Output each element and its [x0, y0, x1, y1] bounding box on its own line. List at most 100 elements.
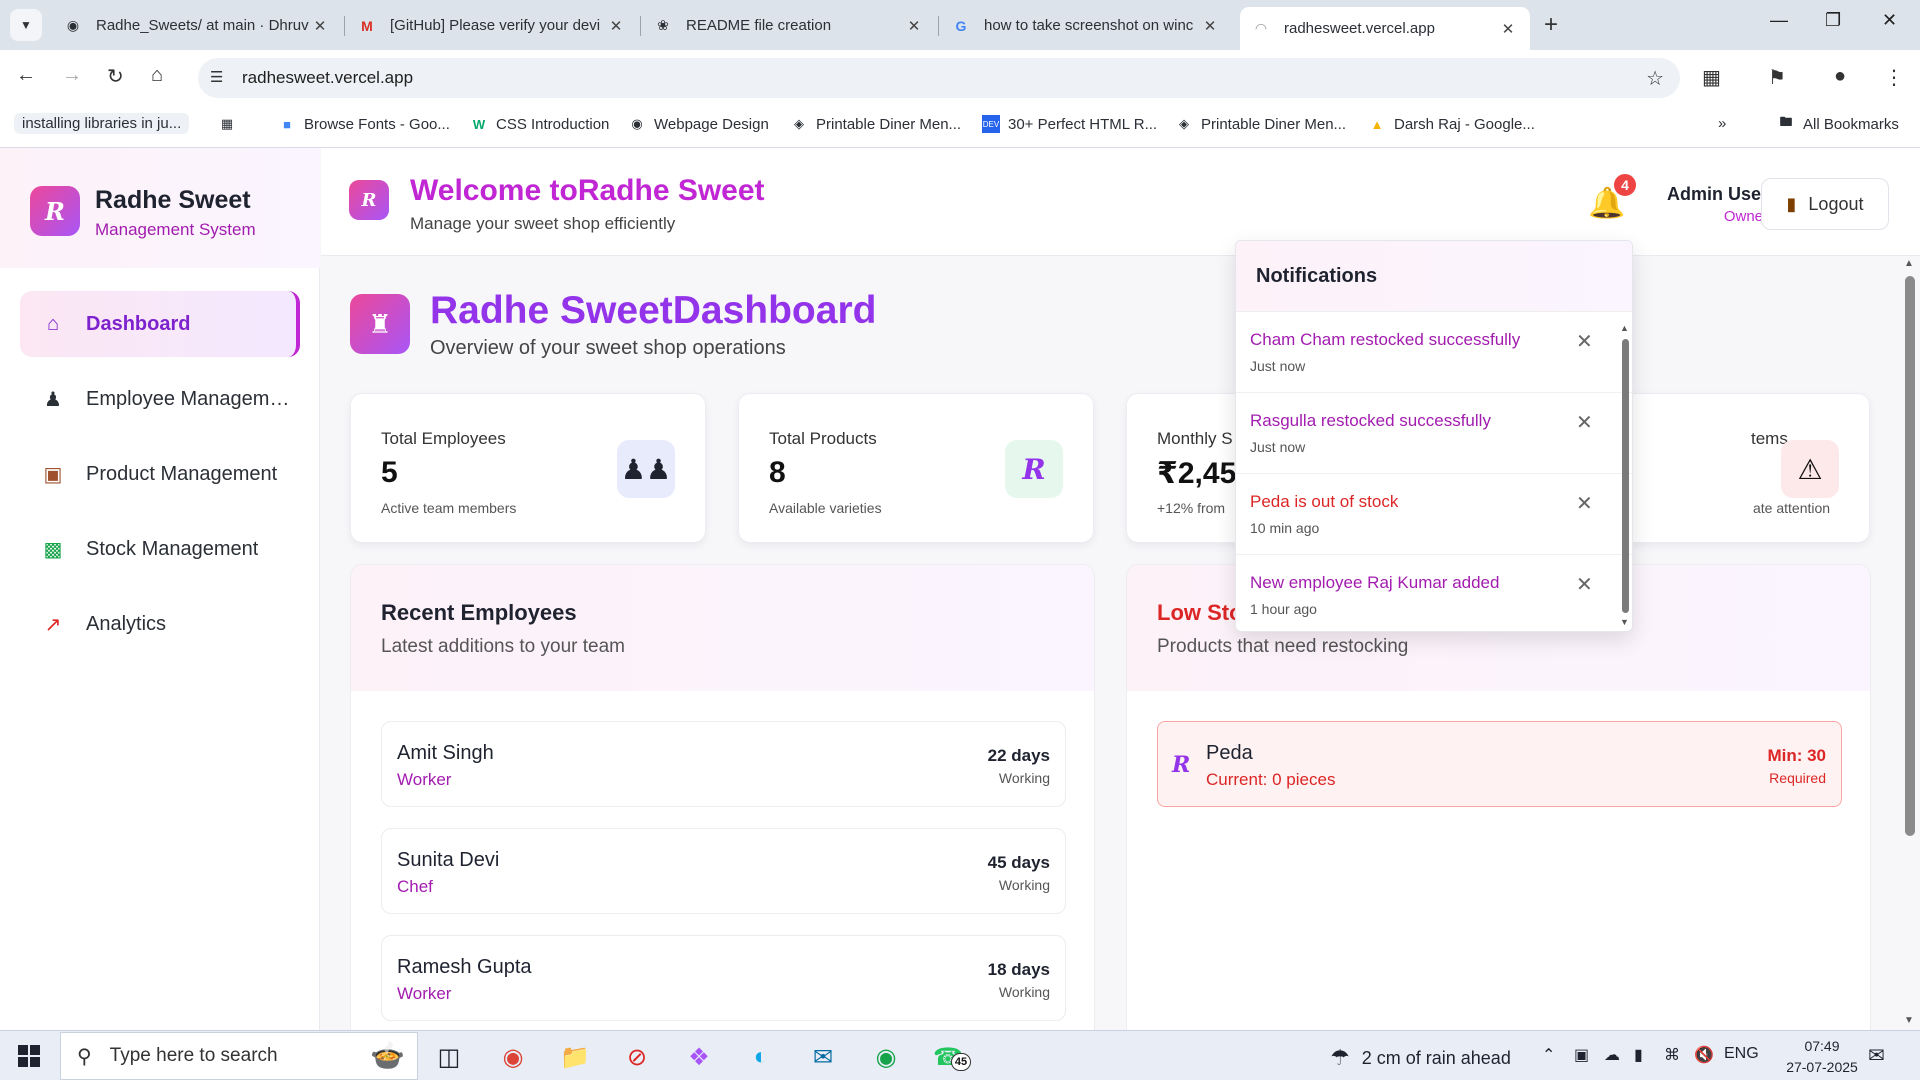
- system-clock[interactable]: 07:49 27-07-2025: [1782, 1036, 1862, 1078]
- home-icon[interactable]: ⌂: [151, 64, 163, 87]
- chrome-profile-icon[interactable]: ◉: [869, 1040, 903, 1074]
- page-scrollbar[interactable]: ▲ ▼: [1899, 257, 1920, 1030]
- close-icon[interactable]: ✕: [1576, 572, 1593, 597]
- logout-label: Logout: [1808, 193, 1864, 214]
- search-highlight-icon: 🍲: [370, 1040, 405, 1071]
- browser-tab[interactable]: M [GitHub] Please verify your devi ✕: [346, 7, 638, 44]
- close-icon[interactable]: ✕: [1200, 17, 1220, 35]
- close-icon[interactable]: ✕: [1498, 20, 1518, 38]
- restore-icon[interactable]: ❐: [1825, 10, 1841, 31]
- bookmark-item[interactable]: ◈ Printable Diner Men...: [1175, 115, 1346, 133]
- meet-now-icon[interactable]: ▣: [1574, 1045, 1589, 1065]
- close-icon[interactable]: ✕: [1576, 491, 1593, 516]
- language-indicator[interactable]: ENG: [1724, 1045, 1759, 1063]
- employee-row[interactable]: Sunita Devi Chef 45 days Working: [381, 828, 1066, 914]
- back-icon[interactable]: ←: [16, 64, 36, 87]
- employee-row[interactable]: Ramesh Gupta Worker 18 days Working: [381, 935, 1066, 1021]
- copilot-icon[interactable]: ❖: [682, 1040, 716, 1074]
- chevron-up-icon[interactable]: ⌃: [1542, 1045, 1555, 1065]
- notification-text: New employee Raj Kumar added: [1250, 573, 1500, 592]
- battery-icon[interactable]: ▮: [1634, 1045, 1643, 1065]
- bookmark-item[interactable]: W CSS Introduction: [470, 115, 610, 133]
- extensions-icon[interactable]: ▦: [1702, 65, 1721, 90]
- sidebar-item-employee-management[interactable]: ♟ Employee Management: [20, 366, 300, 432]
- bookmark-item[interactable]: ■ Browse Fonts - Goo...: [278, 115, 450, 133]
- scroll-down-icon[interactable]: ▼: [1904, 1015, 1914, 1026]
- blocked-app-icon[interactable]: ⊘: [620, 1040, 654, 1074]
- minimize-icon[interactable]: —: [1770, 10, 1788, 31]
- volume-muted-icon[interactable]: 🔇: [1694, 1045, 1714, 1065]
- browser-tab-active[interactable]: ◠ radhesweet.vercel.app ✕: [1240, 7, 1530, 50]
- browser-tab[interactable]: ❀ README file creation ✕: [642, 7, 936, 44]
- address-bar[interactable]: ☰ radhesweet.vercel.app ☆: [198, 58, 1680, 98]
- sidebar-item-label: Employee Management: [86, 387, 291, 410]
- line-chart-icon: ↗: [44, 613, 62, 636]
- stat-card-products: Total Products 8 Available varieties R: [738, 393, 1094, 543]
- url-text[interactable]: radhesweet.vercel.app: [242, 68, 413, 88]
- scrollbar-thumb[interactable]: [1905, 276, 1915, 836]
- weather-widget[interactable]: ☂ 2 cm of rain ahead: [1330, 1045, 1511, 1071]
- sidebar: R Radhe Sweet Management System ⌂ Dashbo…: [0, 148, 320, 1030]
- sidebar-item-product-management[interactable]: ▣ Product Management: [20, 441, 300, 507]
- rain-icon: ☂: [1330, 1045, 1350, 1070]
- translate-icon[interactable]: ⚑: [1768, 65, 1786, 90]
- sidebar-item-stock-management[interactable]: ▩ Stock Management: [20, 516, 300, 582]
- bookmark-label: 30+ Perfect HTML R...: [1008, 115, 1158, 133]
- close-icon[interactable]: ✕: [1576, 329, 1593, 354]
- browser-tab[interactable]: ◉ Radhe_Sweets/ at main · Dhruv ✕: [52, 7, 342, 44]
- sidebar-brand: R Radhe Sweet Management System: [0, 148, 320, 268]
- low-stock-item[interactable]: R Peda Current: 0 pieces Min: 30 Require…: [1157, 721, 1842, 807]
- sidebar-item-dashboard[interactable]: ⌂ Dashboard: [20, 291, 300, 357]
- bookmark-item[interactable]: installing libraries in ju...: [14, 113, 190, 134]
- window-close-icon[interactable]: ✕: [1882, 10, 1897, 31]
- wifi-icon[interactable]: ⌘: [1664, 1045, 1680, 1065]
- action-center-icon[interactable]: ✉: [1868, 1043, 1885, 1068]
- close-icon[interactable]: ✕: [1576, 410, 1593, 435]
- page-title: Welcome toRadhe Sweet: [410, 174, 765, 207]
- menu-icon[interactable]: ⋮: [1884, 65, 1904, 90]
- scroll-up-icon[interactable]: ▲: [1620, 323, 1629, 333]
- employee-days: 18 days: [987, 960, 1050, 979]
- search-icon: ⚲: [77, 1045, 92, 1068]
- scrollbar-thumb[interactable]: [1622, 339, 1629, 613]
- tab-separator: [938, 16, 939, 36]
- notification-item[interactable]: Cham Cham restocked successfully Just no…: [1236, 312, 1632, 393]
- taskbar-search[interactable]: ⚲ Type here to search 🍲: [60, 1032, 418, 1080]
- file-explorer-icon[interactable]: 📁: [558, 1040, 592, 1074]
- sidebar-item-analytics[interactable]: ↗ Analytics: [20, 591, 300, 657]
- chrome-icon[interactable]: ◉: [496, 1040, 530, 1074]
- notification-item[interactable]: New employee Raj Kumar added 1 hour ago …: [1236, 555, 1632, 631]
- forward-icon[interactable]: →: [62, 64, 82, 87]
- site-info-icon[interactable]: ☰: [210, 68, 223, 86]
- all-bookmarks-button[interactable]: 🖿 All Bookmarks: [1777, 114, 1898, 133]
- bookmark-item[interactable]: ◉ Webpage Design: [628, 115, 768, 133]
- bookmark-star-icon[interactable]: ☆: [1646, 66, 1664, 91]
- reload-icon[interactable]: ↻: [107, 64, 124, 89]
- google-fonts-icon: ■: [283, 116, 291, 132]
- edge-icon[interactable]: ◐: [744, 1040, 778, 1074]
- browser-tab[interactable]: G how to take screenshot on winc ✕: [940, 7, 1232, 44]
- close-icon[interactable]: ✕: [606, 17, 626, 35]
- scroll-down-icon[interactable]: ▼: [1620, 617, 1629, 627]
- logout-button[interactable]: ▮ Logout: [1761, 178, 1889, 230]
- tab-search-button[interactable]: ▼: [10, 9, 42, 41]
- notification-item[interactable]: Peda is out of stock 10 min ago ✕: [1236, 474, 1632, 555]
- stat-note: Active team members: [381, 500, 517, 516]
- scroll-up-icon[interactable]: ▲: [1904, 258, 1914, 269]
- windows-start-icon[interactable]: [18, 1045, 40, 1067]
- close-icon[interactable]: ✕: [904, 17, 924, 35]
- outlook-icon[interactable]: ✉: [806, 1040, 840, 1074]
- cloud-icon[interactable]: ☁: [1604, 1045, 1620, 1065]
- employee-row[interactable]: Amit Singh Worker 22 days Working: [381, 721, 1066, 807]
- new-tab-button[interactable]: +: [1544, 11, 1558, 39]
- bookmark-item[interactable]: ▲ Darsh Raj - Google...: [1368, 115, 1535, 133]
- apps-icon[interactable]: ▦: [218, 115, 244, 133]
- more-bookmarks-icon[interactable]: »: [1718, 115, 1726, 132]
- task-view-icon[interactable]: ◫: [432, 1040, 466, 1074]
- bookmark-item[interactable]: DEV 30+ Perfect HTML R...: [982, 115, 1157, 133]
- notification-item[interactable]: Rasgulla restocked successfully Just now…: [1236, 393, 1632, 474]
- notifications-scrollbar[interactable]: ▲ ▼: [1620, 323, 1630, 627]
- close-icon[interactable]: ✕: [310, 17, 330, 35]
- bookmark-item[interactable]: ◈ Printable Diner Men...: [790, 115, 961, 133]
- profile-icon[interactable]: ●: [1834, 65, 1846, 88]
